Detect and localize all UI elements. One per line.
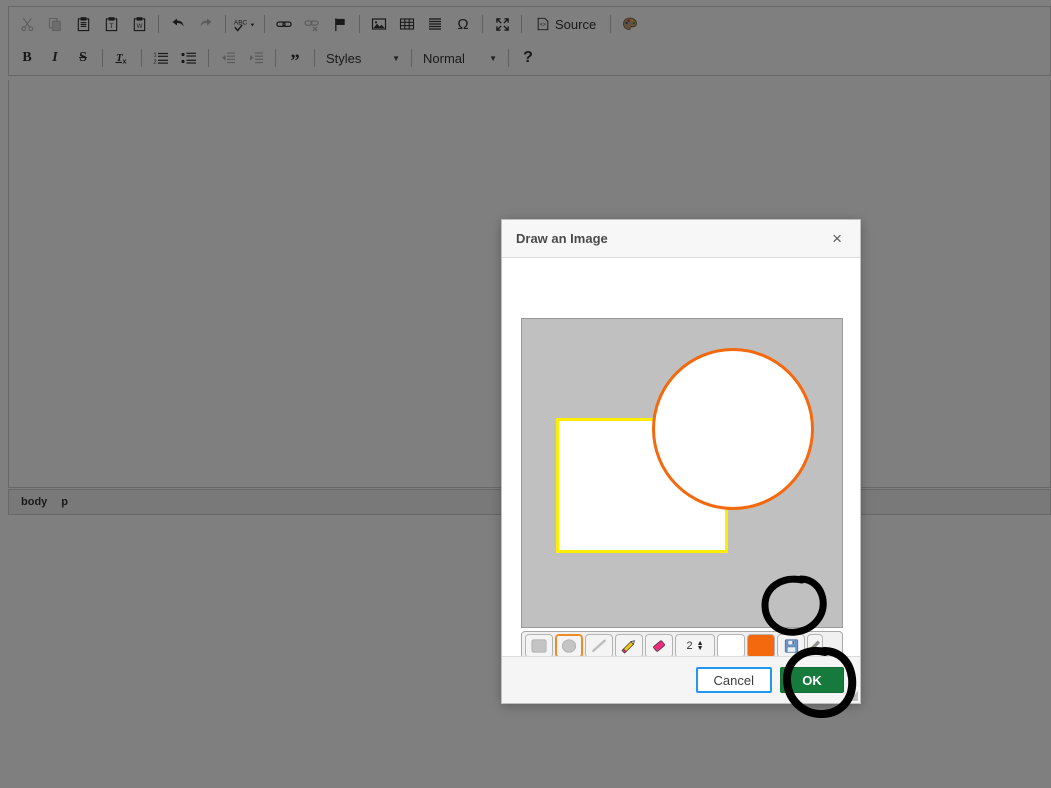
dialog-title-bar[interactable]: Draw an Image ×: [502, 220, 860, 258]
rectangle-tool-button[interactable]: [525, 634, 553, 658]
ellipse-tool-button[interactable]: [555, 634, 583, 658]
stroke-color-swatch[interactable]: [747, 634, 775, 658]
dialog-footer: Cancel OK: [502, 656, 860, 703]
stepper-arrows-icon[interactable]: ▲ ▼: [697, 640, 704, 652]
stroke-size-value: 2: [686, 640, 693, 652]
draw-an-image-dialog: Draw an Image × 2 ▲ ▼ Cancel OK: [501, 219, 861, 704]
close-icon[interactable]: ×: [828, 228, 846, 249]
drawn-circle-shape: [652, 348, 814, 510]
eraser-tool-button[interactable]: [645, 634, 673, 658]
paint-widget: 2 ▲ ▼: [521, 318, 843, 661]
drawing-canvas[interactable]: [521, 318, 843, 628]
fill-color-swatch[interactable]: [717, 634, 745, 658]
dialog-content: 2 ▲ ▼: [502, 258, 860, 661]
line-tool-button[interactable]: [585, 634, 613, 658]
save-tool-button[interactable]: [777, 634, 805, 658]
brush-tool-button[interactable]: [807, 634, 823, 658]
resize-grip-icon[interactable]: [848, 691, 858, 701]
cancel-button[interactable]: Cancel: [695, 667, 772, 693]
dialog-title: Draw an Image: [516, 231, 608, 246]
stroke-size-stepper[interactable]: 2 ▲ ▼: [675, 634, 715, 658]
pencil-tool-button[interactable]: [615, 634, 643, 658]
ok-button[interactable]: OK: [780, 667, 844, 693]
